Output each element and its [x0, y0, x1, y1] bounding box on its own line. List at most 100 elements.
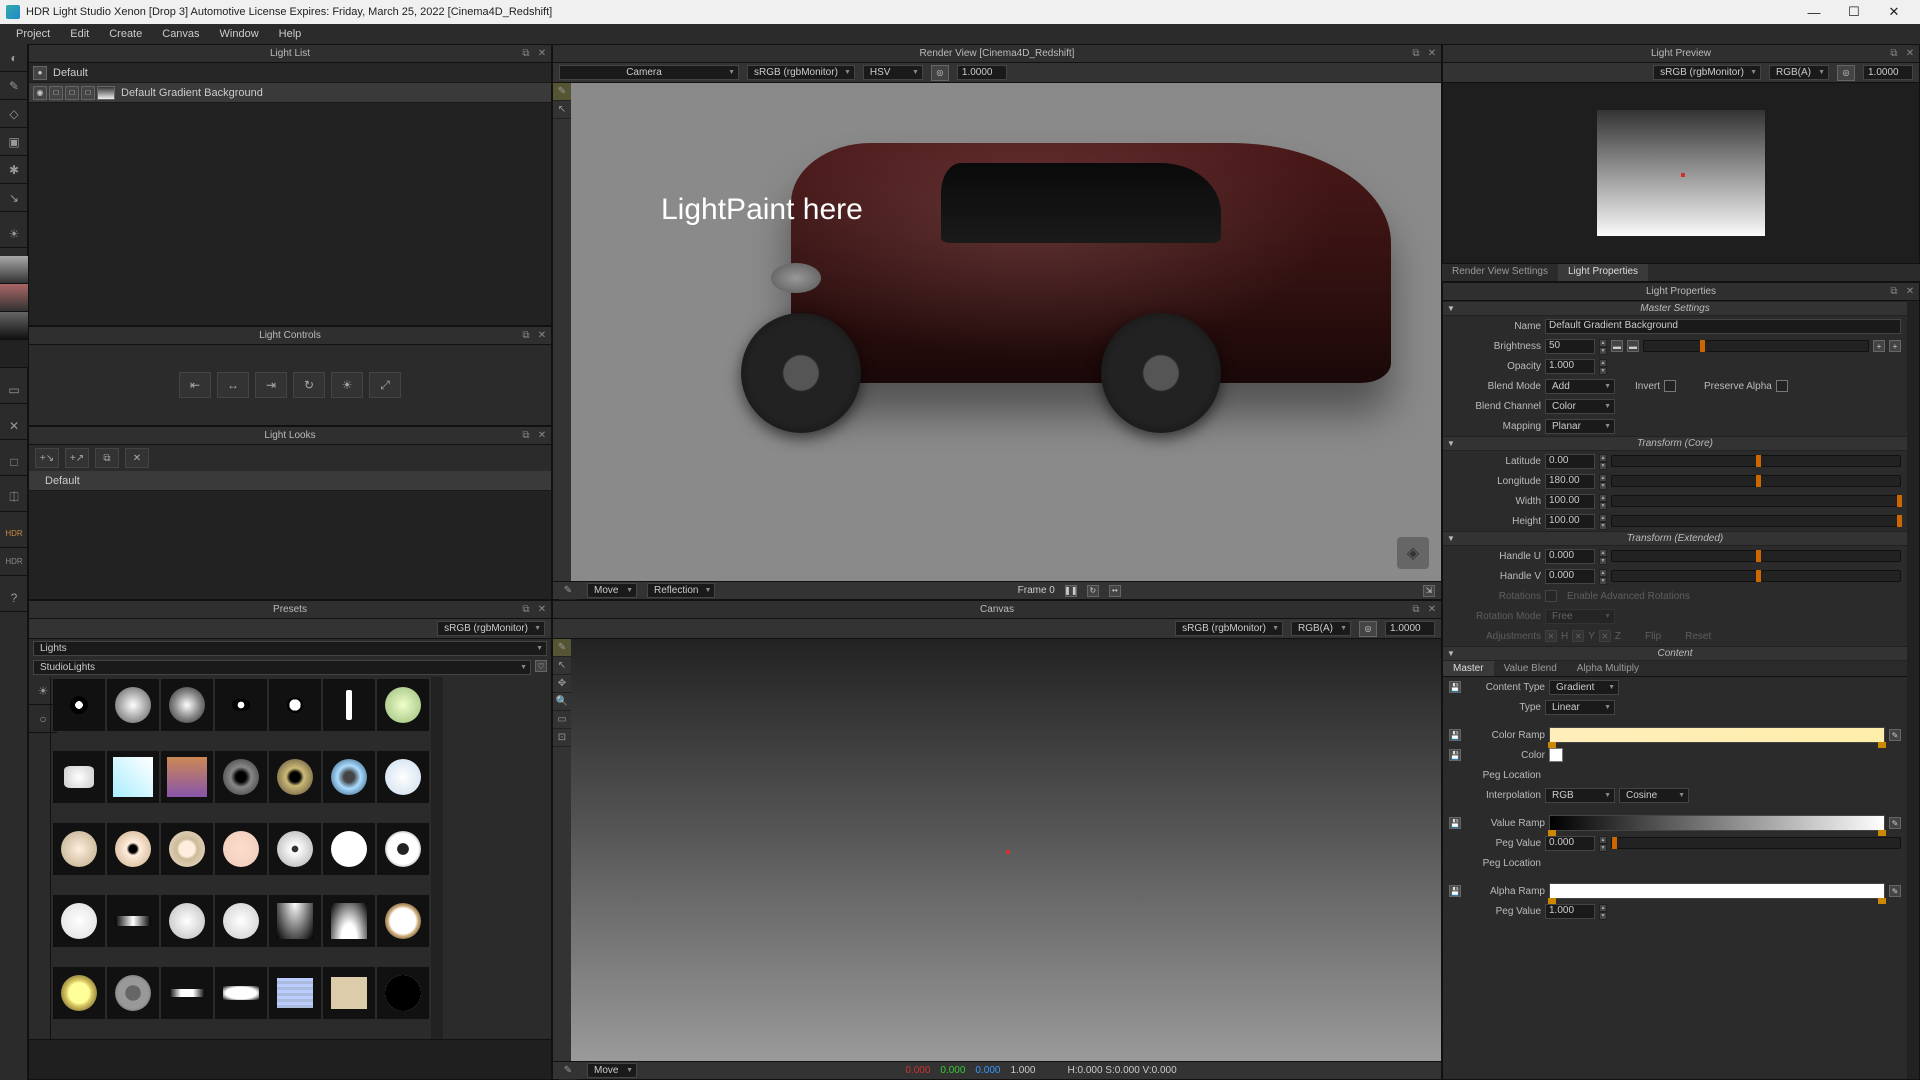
lon-slider[interactable]	[1611, 475, 1901, 487]
tool-texture-icon[interactable]: ▣	[0, 128, 28, 156]
look-item[interactable]: Default	[29, 471, 551, 491]
hv-slider[interactable]	[1611, 570, 1901, 582]
preset-item[interactable]	[161, 823, 213, 875]
tab-render-settings[interactable]: Render View Settings	[1442, 264, 1558, 281]
preset-item[interactable]	[323, 679, 375, 731]
preset-item[interactable]	[377, 823, 429, 875]
hu-field[interactable]: 0.000	[1545, 549, 1595, 564]
menu-create[interactable]: Create	[99, 28, 152, 40]
link2-icon[interactable]: ▬	[1627, 340, 1639, 352]
save-icon[interactable]: 💾	[1449, 885, 1461, 897]
rotate-icon[interactable]: ↻	[293, 372, 325, 398]
tool-hdr2-icon[interactable]: HDR	[0, 548, 28, 576]
section-transform-ext[interactable]: ▼Transform (Extended)	[1443, 531, 1907, 546]
height-slider[interactable]	[1611, 515, 1901, 527]
section-content[interactable]: ▼Content	[1443, 646, 1907, 661]
preset-item[interactable]	[53, 751, 105, 803]
brush-icon[interactable]: ✎	[559, 1062, 577, 1080]
canvas-mode-dropdown[interactable]: Move	[587, 1063, 637, 1078]
eye-icon[interactable]: ◉	[33, 86, 47, 100]
link-icon[interactable]: ▬	[1611, 340, 1623, 352]
preserve-checkbox[interactable]	[1776, 380, 1788, 392]
tool-text-icon[interactable]: ⎅	[0, 484, 28, 512]
menu-window[interactable]: Window	[210, 28, 269, 40]
name-field[interactable]: Default Gradient Background	[1545, 319, 1901, 334]
pegval-field[interactable]: 0.000	[1545, 836, 1595, 851]
tool-ramp1-icon[interactable]	[0, 256, 28, 284]
save-icon[interactable]: 💾	[1449, 681, 1461, 693]
undock-icon[interactable]: ⧉	[1887, 285, 1901, 299]
fav-icon[interactable]: ♡	[535, 660, 547, 672]
mapping-dropdown[interactable]: Planar	[1545, 419, 1615, 434]
preset-item[interactable]	[269, 679, 321, 731]
close-panel-icon[interactable]: ✕	[535, 47, 549, 61]
preset-item[interactable]	[215, 895, 267, 947]
rv-srgb-dropdown[interactable]: sRGB (rgbMonitor)	[747, 65, 855, 80]
square1-icon[interactable]: □	[49, 86, 63, 100]
rv-hsv-dropdown[interactable]: HSV	[863, 65, 923, 80]
save-icon[interactable]: 💾	[1449, 749, 1461, 761]
section-master[interactable]: ▼Master Settings	[1443, 301, 1907, 316]
preset-item[interactable]	[215, 967, 267, 1019]
rv-value[interactable]: 1.0000	[957, 65, 1007, 80]
tool-delete-icon[interactable]: ✕	[0, 412, 28, 440]
tool-ramp3-icon[interactable]	[0, 312, 28, 340]
preset-item[interactable]	[323, 967, 375, 1019]
pegval-slider[interactable]	[1611, 837, 1901, 849]
nav-cube-icon[interactable]: ◈	[1397, 537, 1429, 569]
interp2-dropdown[interactable]: Cosine	[1619, 788, 1689, 803]
lp-val[interactable]: 1.0000	[1863, 65, 1913, 80]
content-tab-value[interactable]: Value Blend	[1494, 661, 1567, 676]
plus-icon[interactable]: +	[1873, 340, 1885, 352]
rv-mode-dropdown[interactable]: Move	[587, 583, 637, 598]
tool-brush-icon[interactable]: ✎	[0, 72, 28, 100]
close-panel-icon[interactable]: ✕	[535, 329, 549, 343]
preset-item[interactable]	[53, 895, 105, 947]
preset-item[interactable]	[107, 679, 159, 731]
pause-icon[interactable]: ❚❚	[1065, 585, 1077, 597]
tool-globe-icon[interactable]: ✱	[0, 156, 28, 184]
props-scrollbar[interactable]	[1907, 301, 1919, 1079]
lon-field[interactable]: 180.00	[1545, 474, 1595, 489]
content-tab-alpha[interactable]: Alpha Multiply	[1567, 661, 1649, 676]
undock-icon[interactable]: ⧉	[519, 429, 533, 443]
scale-icon[interactable]: ⤢	[369, 372, 401, 398]
pegval2-field[interactable]: 1.000	[1545, 904, 1595, 919]
width-field[interactable]: 100.00	[1545, 494, 1595, 509]
refresh-icon[interactable]: ↻	[1087, 585, 1099, 597]
lp-srgb-dropdown[interactable]: sRGB (rgbMonitor)	[1653, 65, 1761, 80]
move-right-icon[interactable]: ⇥	[255, 372, 287, 398]
tool-rect-icon[interactable]: □	[0, 448, 28, 476]
preset-scrollbar[interactable]	[431, 677, 443, 1039]
canvas-zoom-icon[interactable]: 🔍	[553, 693, 571, 711]
preset-item[interactable]	[107, 751, 159, 803]
preset-item[interactable]	[53, 967, 105, 1019]
pointer-tool-icon[interactable]: ↖	[553, 101, 571, 119]
preset-item[interactable]	[53, 823, 105, 875]
presets-studio-dropdown[interactable]: StudioLights	[33, 660, 531, 675]
tool-hdr-icon[interactable]: HDR	[0, 520, 28, 548]
edit-icon[interactable]: ✎	[1889, 817, 1901, 829]
preset-item[interactable]	[215, 823, 267, 875]
hu-slider[interactable]	[1611, 550, 1901, 562]
camera-dropdown[interactable]: Camera	[559, 65, 739, 80]
close-panel-icon[interactable]: ✕	[1903, 47, 1917, 61]
plus2-icon[interactable]: +	[1889, 340, 1901, 352]
preset-item[interactable]	[269, 751, 321, 803]
preset-item[interactable]	[323, 895, 375, 947]
del-look-icon[interactable]: ✕	[125, 448, 149, 468]
close-panel-icon[interactable]: ✕	[1903, 285, 1917, 299]
preset-item[interactable]	[377, 967, 429, 1019]
alpha-ramp[interactable]	[1549, 883, 1885, 899]
lat-slider[interactable]	[1611, 455, 1901, 467]
preset-item[interactable]	[107, 823, 159, 875]
tool-area-icon[interactable]: ▭	[0, 376, 28, 404]
undock-icon[interactable]: ⧉	[1409, 603, 1423, 617]
tool-sun-icon[interactable]: ☀	[0, 220, 28, 248]
preset-item[interactable]	[377, 751, 429, 803]
brightness-icon[interactable]: ☀	[331, 372, 363, 398]
value-ramp[interactable]	[1549, 815, 1885, 831]
tool-ramp4-icon[interactable]	[0, 340, 28, 368]
move-center-icon[interactable]: ↔	[217, 372, 249, 398]
square2-icon[interactable]: □	[65, 86, 79, 100]
